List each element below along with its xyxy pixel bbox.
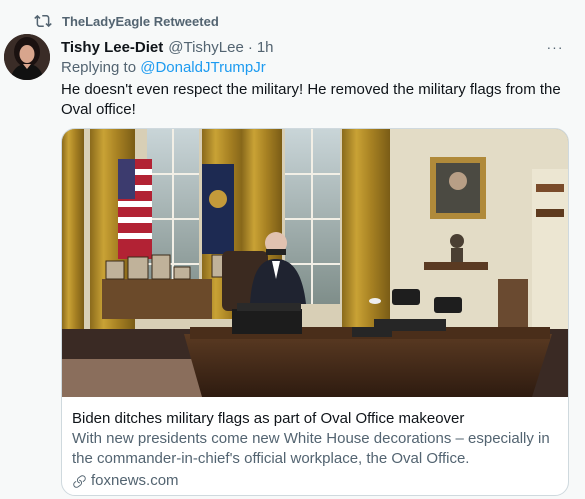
card-source[interactable]: foxnews.com (72, 471, 558, 491)
avatar[interactable] (4, 34, 50, 80)
link-icon (73, 474, 86, 488)
timestamp[interactable]: 1h (257, 39, 274, 56)
reply-prefix: Replying to (61, 59, 141, 76)
link-card[interactable]: Biden ditches military flags as part of … (61, 128, 569, 496)
reply-context: Replying to @DonaldJTrumpJr (61, 59, 266, 76)
card-source-label[interactable]: foxnews.com (91, 471, 179, 491)
retweet-label[interactable]: TheLadyEagle Retweeted (62, 14, 219, 29)
more-options-icon[interactable]: ··· (545, 37, 565, 57)
retweet-indicator[interactable]: TheLadyEagle Retweeted (34, 11, 219, 31)
avatar-image (4, 34, 50, 80)
tweet-text: He doesn't even respect the military! He… (61, 81, 561, 118)
user-handle[interactable]: @TishyLee (168, 39, 244, 56)
card-text: Biden ditches military flags as part of … (72, 409, 558, 491)
reply-mention-link[interactable]: @DonaldJTrumpJr (140, 59, 266, 76)
card-image[interactable] (62, 129, 568, 397)
separator: · (247, 38, 253, 56)
oval-office-photo (62, 129, 568, 397)
card-title[interactable]: Biden ditches military flags as part of … (72, 409, 558, 429)
display-name[interactable]: Tishy Lee-Diet (61, 39, 163, 56)
card-description: With new presidents come new White House… (72, 430, 550, 467)
retweet-icon (34, 14, 52, 28)
tweet-header: Tishy Lee-Diet @TishyLee · 1h ··· (61, 37, 565, 57)
